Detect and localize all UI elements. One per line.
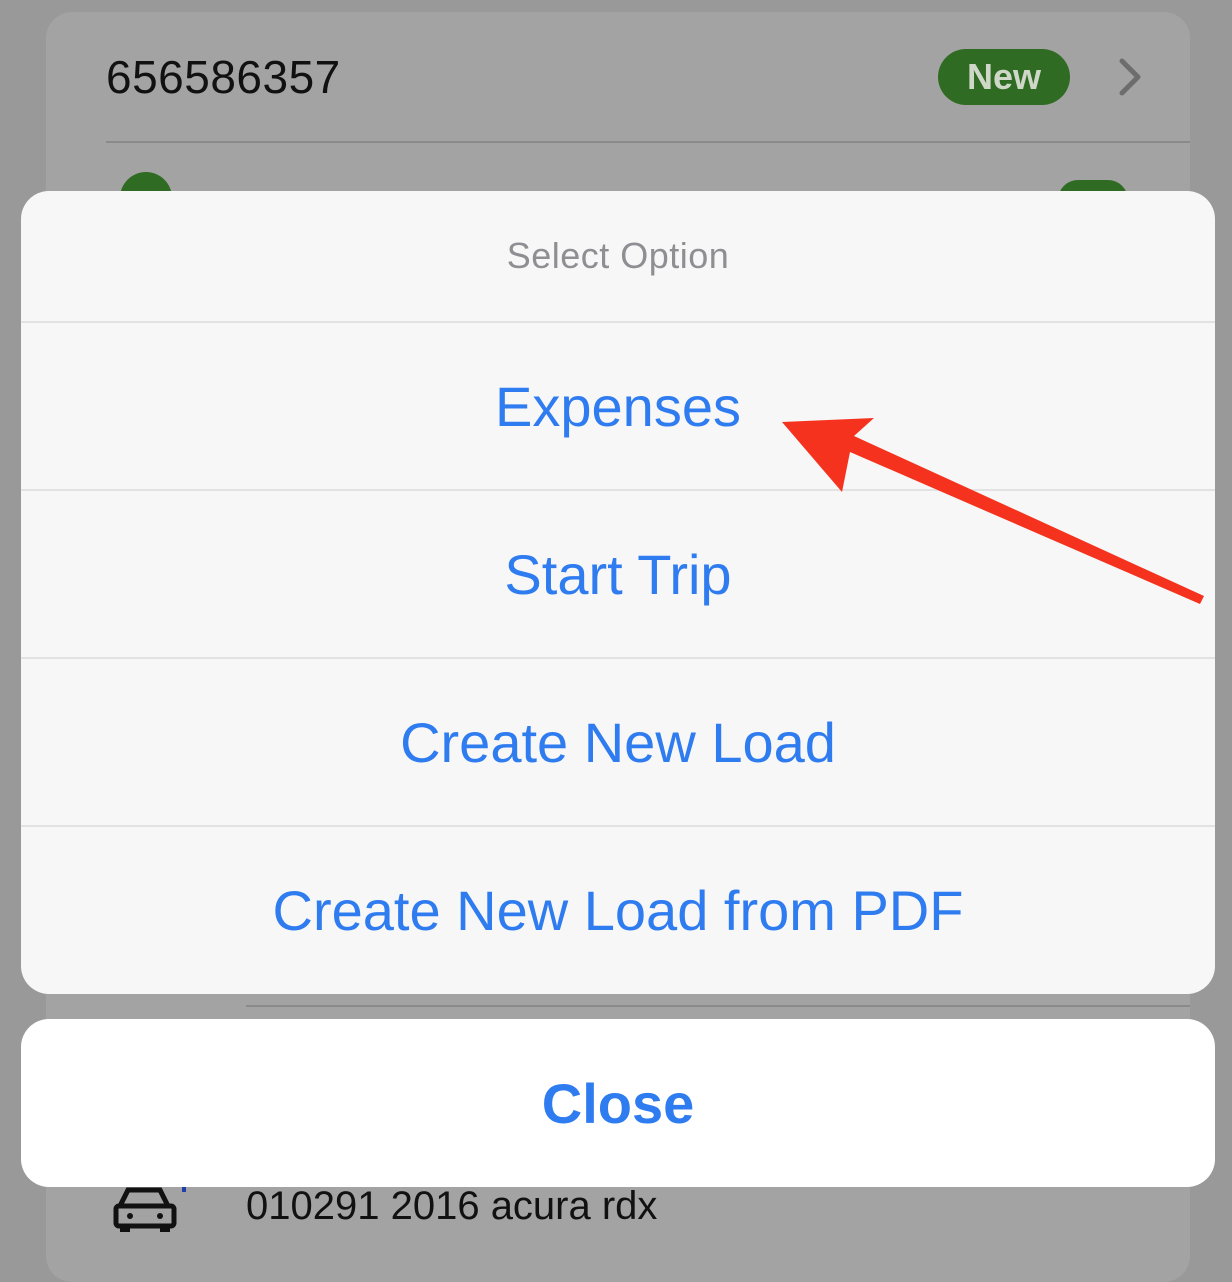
row-divider xyxy=(246,1005,1190,1007)
create-load-from-pdf-option[interactable]: Create New Load from PDF xyxy=(21,827,1215,993)
row-divider xyxy=(106,141,1190,143)
action-sheet-title: Select Option xyxy=(21,191,1215,323)
vehicle-label: 010291 2016 acura rdx xyxy=(246,1184,658,1228)
annotation-arrow-icon xyxy=(782,418,1204,604)
close-button[interactable]: Close xyxy=(21,1019,1215,1187)
chevron-right-icon xyxy=(1119,58,1141,96)
load-row[interactable]: 656586357 New xyxy=(46,12,1190,142)
car-icon xyxy=(113,1184,186,1232)
status-badge: New xyxy=(938,49,1070,105)
create-new-load-option[interactable]: Create New Load xyxy=(21,659,1215,827)
load-number: 656586357 xyxy=(106,51,341,103)
